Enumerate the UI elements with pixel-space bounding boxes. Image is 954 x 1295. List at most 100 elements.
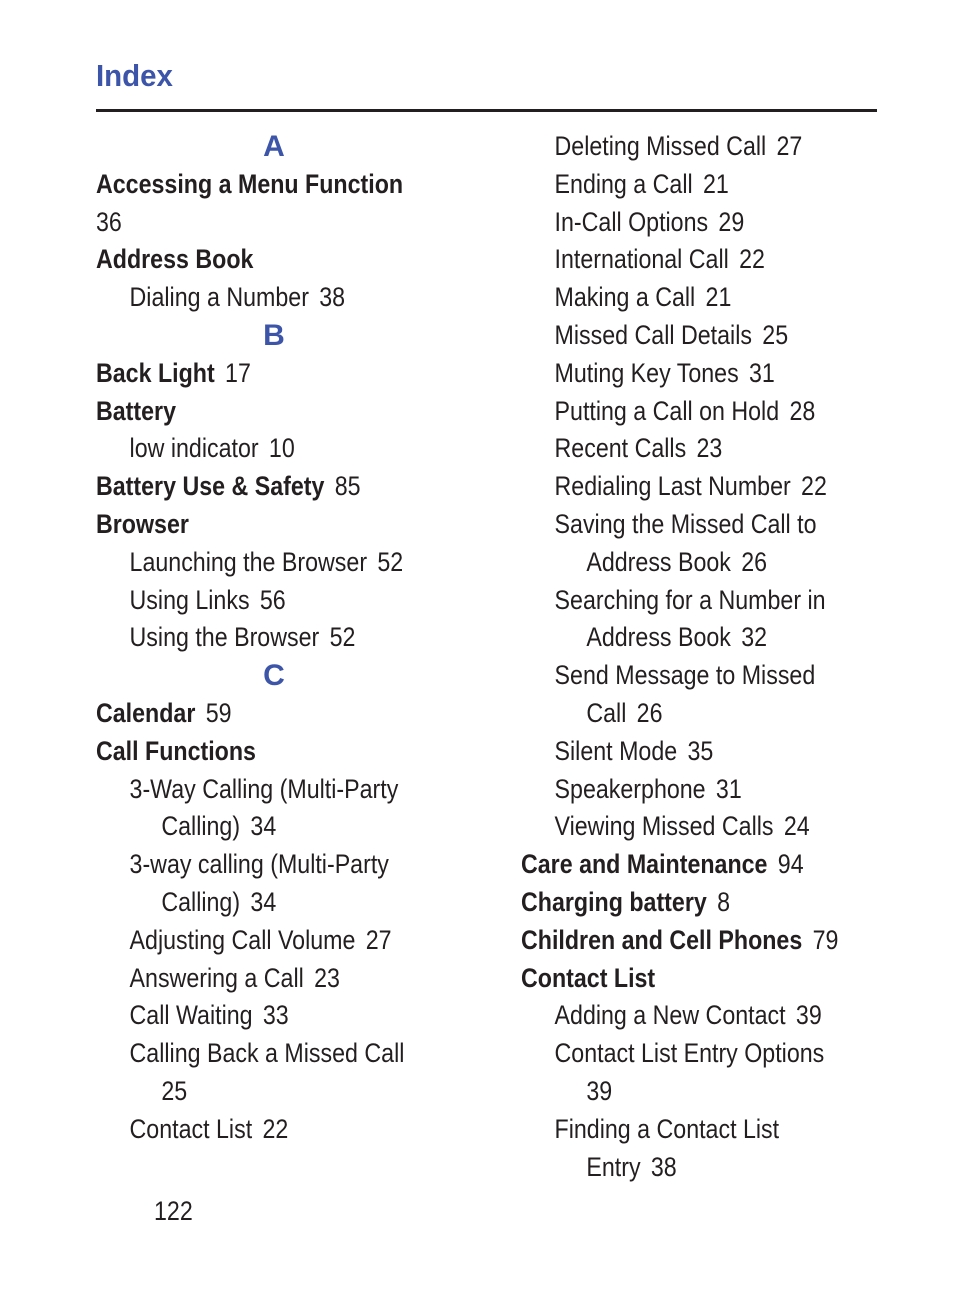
entry-page-number: 28 — [789, 395, 816, 426]
entry-page-number: 59 — [205, 697, 232, 728]
index-main-entry: Call Functions — [96, 733, 406, 771]
entry-term: Recent Calls — [554, 433, 687, 464]
entry-page-number: 21 — [705, 282, 732, 313]
entry-page-number: 22 — [262, 1113, 289, 1144]
entry-term: Contact List — [521, 962, 656, 993]
entry-term: Adding a New Contact — [554, 1000, 786, 1031]
entry-term: Calling Back a Missed Call — [129, 1038, 405, 1069]
entry-term: Ending a Call — [554, 168, 693, 199]
entry-term: Using Links — [129, 584, 250, 615]
entry-term: Entry — [586, 1151, 641, 1182]
index-sub-entry: low indicator 10 — [96, 430, 406, 468]
entry-page-number: 39 — [795, 1000, 822, 1031]
entry-page-number: 23 — [314, 962, 340, 993]
index-entry-continuation: Address Book 32 — [521, 619, 831, 657]
index-main-entry: Battery — [96, 393, 406, 431]
entry-term: Browser — [96, 508, 189, 539]
entry-page-number: 23 — [696, 433, 723, 464]
entry-page-number: 31 — [715, 773, 742, 804]
entry-term: Putting a Call on Hold — [554, 395, 780, 426]
index-letter-heading: C — [263, 659, 285, 693]
entry-term: 3-way calling (Multi-Party — [129, 849, 389, 880]
entry-page-number: 25 — [161, 1075, 188, 1106]
index-sub-entry: In-Call Options 29 — [521, 204, 831, 242]
entry-page-number: 35 — [687, 735, 714, 766]
entry-term: Using the Browser — [129, 622, 320, 653]
entry-term: Dialing a Number — [129, 282, 309, 313]
entry-term: Battery Use & Safety — [96, 471, 325, 502]
index-sub-entry: Call Waiting 33 — [96, 997, 406, 1035]
index-sub-entry: Using Links 56 — [96, 582, 406, 620]
entry-page-number: 52 — [329, 622, 356, 653]
entry-term: Saving the Missed Call to — [554, 508, 817, 539]
index-sub-entry: Adjusting Call Volume 27 — [96, 922, 406, 960]
index-sub-entry: International Call 22 — [521, 241, 831, 279]
entry-term: Missed Call Details — [554, 319, 752, 350]
entry-term: Send Message to Missed — [554, 660, 816, 691]
index-sub-entry: Contact List Entry Options — [521, 1035, 831, 1073]
index-main-entry: Contact List — [521, 960, 831, 998]
entry-term: Accessing a Menu Function — [96, 168, 404, 199]
entry-page-number: 56 — [259, 584, 286, 615]
entry-term: Answering a Call — [129, 962, 304, 993]
index-letter-heading: B — [263, 318, 285, 352]
entry-page-number: 38 — [319, 282, 346, 313]
entry-term: Children and Cell Phones — [521, 924, 803, 955]
index-column-left: A Accessing a Menu Function 36 Address Book… — [96, 128, 456, 1149]
entry-page-number: 36 — [96, 206, 122, 237]
entry-term: Speakerphone — [554, 773, 706, 804]
entry-page-number: 31 — [749, 357, 775, 388]
entry-term: Call — [586, 697, 627, 728]
index-sub-entry: 3-Way Calling (Multi-Party — [96, 771, 406, 809]
entry-page-number: 8 — [717, 886, 731, 917]
entry-term: Battery — [96, 395, 177, 426]
entry-page-number: 24 — [783, 811, 810, 842]
index-sub-entry: Muting Key Tones 31 — [521, 355, 831, 393]
entry-term: low indicator — [129, 433, 259, 464]
entry-term: Silent Mode — [554, 735, 678, 766]
index-main-entry: Back Light 17 — [96, 355, 406, 393]
entry-page-number: 32 — [741, 622, 768, 653]
entry-page-number: 17 — [225, 357, 251, 388]
index-sub-entry: Contact List 22 — [96, 1111, 406, 1149]
index-entry-continuation: Calling) 34 — [96, 808, 406, 846]
index-sub-entry: Putting a Call on Hold 28 — [521, 393, 831, 431]
entry-page-number: 33 — [262, 1000, 289, 1031]
entry-page-number: 25 — [762, 319, 789, 350]
index-sub-entry: Making a Call 21 — [521, 279, 831, 317]
entry-term: Deleting Missed Call — [554, 131, 767, 161]
index-entry-continuation: Call 26 — [521, 695, 831, 733]
entry-term: Calling) — [161, 811, 241, 842]
index-sub-entry: Send Message to Missed — [521, 657, 831, 695]
entry-page-number: 10 — [268, 433, 295, 464]
index-sub-entry: Missed Call Details 25 — [521, 317, 831, 355]
entry-term: Launching the Browser — [129, 546, 368, 577]
entry-term: Finding a Contact List — [554, 1113, 780, 1144]
index-column-right: Deleting Missed Call 27 Ending a Call 21 In-… — [521, 128, 881, 1186]
title-rule — [96, 109, 877, 112]
entry-term: Contact List — [129, 1113, 253, 1144]
entry-page-number: 79 — [812, 924, 839, 955]
entry-term: Call Waiting — [129, 1000, 253, 1031]
index-entry-continuation: 25 — [96, 1073, 406, 1111]
entry-page-number: 26 — [636, 697, 663, 728]
index-sub-entry: Searching for a Number in — [521, 582, 831, 620]
index-sub-entry: Launching the Browser 52 — [96, 544, 406, 582]
index-sub-entry: Finding a Contact List — [521, 1111, 831, 1149]
entry-page-number: 38 — [650, 1151, 677, 1182]
page-number: 122 — [154, 1196, 193, 1226]
entry-term: Redialing Last Number — [554, 471, 791, 502]
index-sub-entry: Ending a Call 21 — [521, 166, 831, 204]
entry-term: Viewing Missed Calls — [554, 811, 774, 842]
index-sub-entry: Using the Browser 52 — [96, 619, 406, 657]
index-sub-entry: Calling Back a Missed Call — [96, 1035, 406, 1073]
entry-page-number: 34 — [250, 811, 277, 842]
index-entry-continuation: 39 — [521, 1073, 831, 1111]
entry-term: Muting Key Tones — [554, 357, 739, 388]
entry-term: Adjusting Call Volume — [129, 924, 356, 955]
entry-term: Making a Call — [554, 282, 696, 313]
index-main-entry: Browser — [96, 506, 406, 544]
entry-term: Calendar — [96, 697, 196, 728]
entry-page-number: 94 — [777, 849, 804, 880]
index-sub-entry: Answering a Call 23 — [96, 960, 406, 998]
